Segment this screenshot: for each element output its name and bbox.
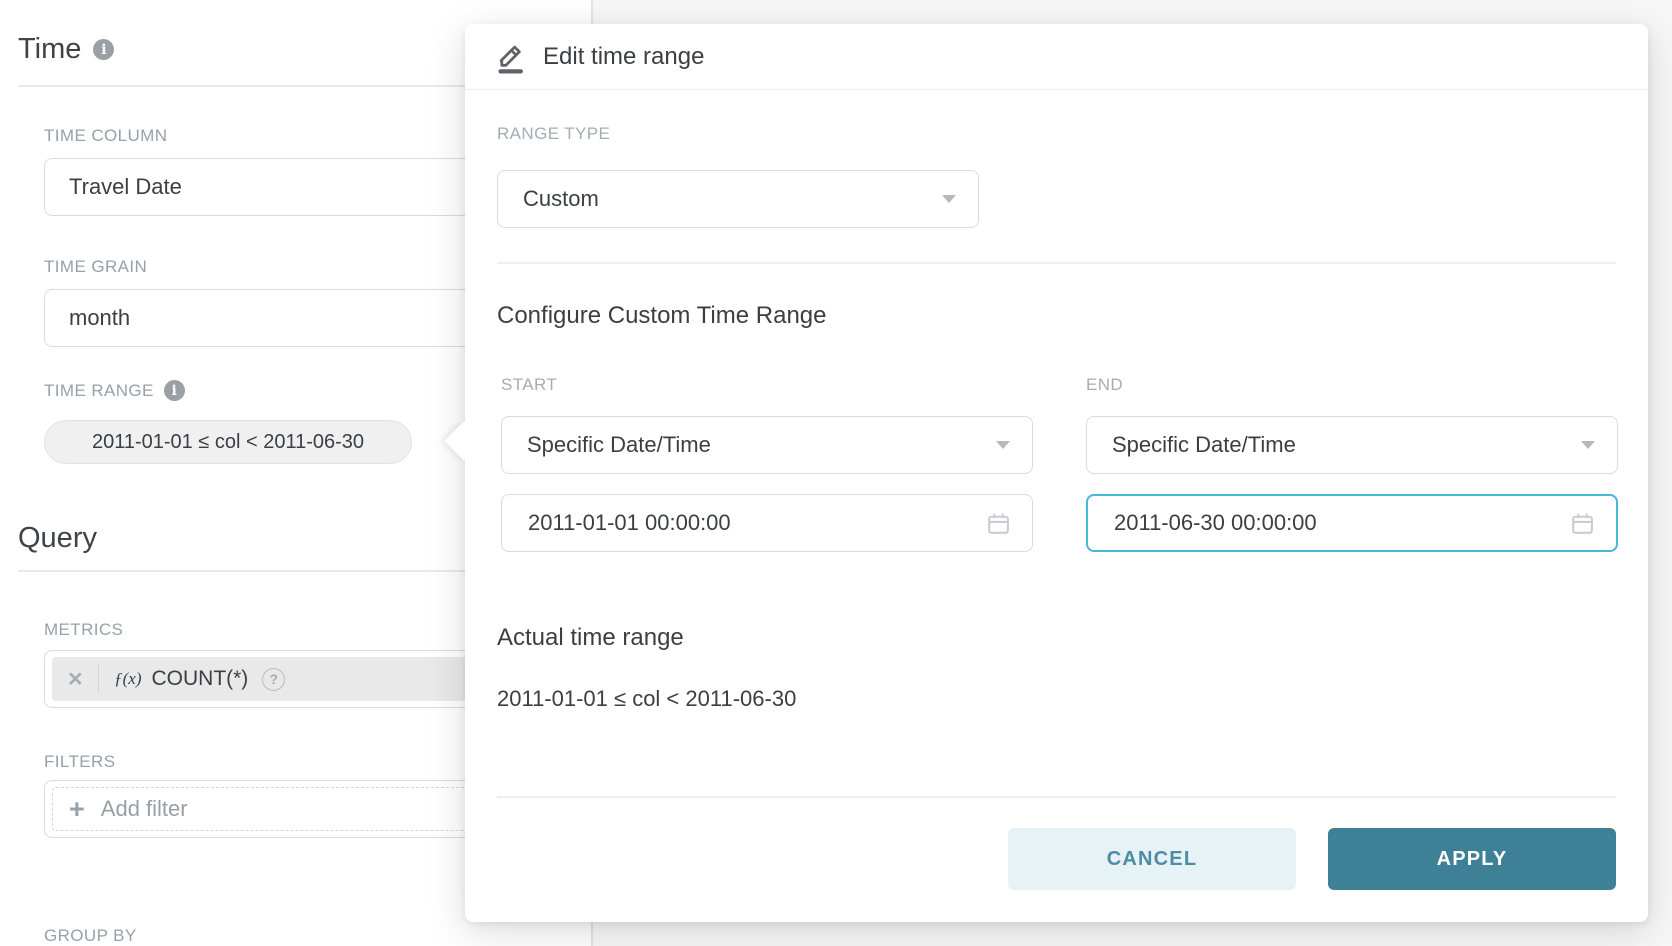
time-grain-value: month [69,305,130,331]
group-by-label: GROUP BY [44,926,137,946]
cancel-button[interactable]: CANCEL [1008,828,1296,890]
metric-help-icon[interactable]: ? [262,668,285,691]
time-range-pill[interactable]: 2011-01-01 ≤ col < 2011-06-30 [44,420,412,464]
time-section-label: Time [18,33,81,66]
time-section-title: Time i [18,33,114,66]
start-label: START [501,375,557,395]
popover-title: Edit time range [543,43,704,71]
popover-header: Edit time range [465,24,1648,90]
range-type-label: RANGE TYPE [497,124,610,144]
section-divider [497,262,1616,264]
edit-pencil-icon [495,40,527,74]
end-type-value: Specific Date/Time [1112,432,1296,458]
range-type-select[interactable]: Custom [497,170,979,228]
time-column-value: Travel Date [69,174,182,200]
metrics-label: METRICS [44,620,123,640]
query-section-title: Query [18,522,97,555]
time-range-label: TIME RANGE i [44,380,185,401]
function-icon: ƒ(x) [114,669,141,689]
edit-time-range-popover: Edit time range RANGE TYPE Custom Config… [465,24,1648,922]
start-datetime-input[interactable] [506,509,985,537]
range-type-value: Custom [523,186,599,212]
footer-divider [497,796,1616,798]
end-datetime-field [1086,494,1618,552]
query-section-label: Query [18,522,97,555]
remove-metric-icon[interactable]: × [68,667,83,692]
chevron-down-icon [942,195,956,203]
metric-separator [98,665,100,693]
chevron-down-icon [1581,441,1595,449]
start-datetime-field [501,494,1033,552]
actual-time-range-heading: Actual time range [497,624,684,652]
start-type-value: Specific Date/Time [527,432,711,458]
time-column-label: TIME COLUMN [44,126,167,146]
end-datetime-input[interactable] [1092,509,1569,537]
end-label: END [1086,375,1123,395]
explore-page: Time i TIME COLUMN Travel Date TIME GRAI… [0,0,1672,946]
actual-time-range-value: 2011-01-01 ≤ col < 2011-06-30 [497,686,796,712]
start-type-select[interactable]: Specific Date/Time [501,416,1033,474]
filters-label: FILTERS [44,752,115,772]
apply-button[interactable]: APPLY [1328,828,1616,890]
calendar-icon[interactable] [985,510,1012,537]
add-filter-text: Add filter [101,796,188,822]
metric-name: COUNT(*) [151,667,248,691]
plus-icon: + [69,796,85,823]
configure-heading: Configure Custom Time Range [497,302,826,330]
time-grain-label: TIME GRAIN [44,257,147,277]
end-type-select[interactable]: Specific Date/Time [1086,416,1618,474]
time-range-info-icon[interactable]: i [164,380,185,401]
chevron-down-icon [996,441,1010,449]
time-range-label-text: TIME RANGE [44,381,154,401]
calendar-icon[interactable] [1569,510,1596,537]
time-range-pill-value: 2011-01-01 ≤ col < 2011-06-30 [92,431,364,454]
time-info-icon[interactable]: i [93,39,114,60]
